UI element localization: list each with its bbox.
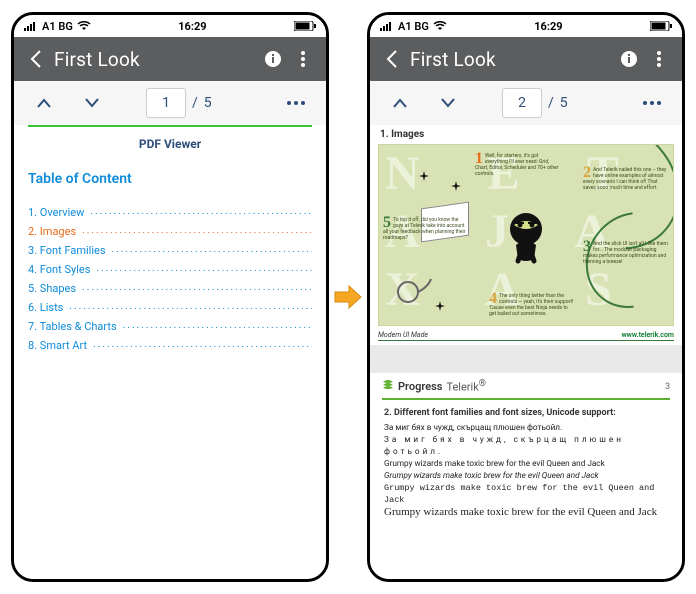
header-title: First Look	[406, 48, 614, 71]
sample-text: Grumpy wizards make toxic brew for the e…	[384, 458, 668, 470]
total-pages-label: 5	[204, 95, 212, 111]
header-title: First Look	[50, 48, 258, 71]
shuriken-icon	[451, 181, 461, 191]
transition-arrow-icon	[333, 282, 363, 312]
back-button[interactable]	[378, 50, 406, 68]
section-heading: 2. Different font families and font size…	[370, 406, 682, 422]
carrier-label: A1 BG	[42, 20, 73, 33]
callout: 3And the slick UI isn't all I like them …	[583, 241, 669, 265]
divider	[382, 398, 670, 400]
shuriken-icon	[435, 301, 445, 311]
callout: 4The only thing better than the controls…	[489, 293, 575, 317]
rope-icon	[393, 277, 433, 307]
callout: 2And Telerik nailed this one – they have…	[583, 167, 669, 191]
status-bar: A1 BG 16:29	[14, 15, 326, 37]
callout: 1Well, for starters, it's got everything…	[475, 153, 561, 177]
clock-label: 16:29	[534, 20, 562, 33]
toc-heading: Table of Content	[28, 171, 312, 187]
sample-text: Grumpy wizards make toxic brew for the e…	[384, 506, 668, 519]
app-header: First Look	[14, 37, 326, 81]
carrier-label: A1 BG	[398, 20, 429, 33]
toc-item[interactable]: 5. Shapes	[28, 279, 312, 298]
toc-list: 1. Overview 2. Images 3. Font Families 4…	[28, 203, 312, 355]
sample-text: Grumpy wizards make toxic brew for the e…	[384, 470, 668, 482]
current-page-input[interactable]: 2	[502, 88, 542, 118]
progress-logo-icon	[382, 379, 394, 394]
signal-icon	[24, 21, 38, 31]
sample-text: За миг бях в чужд, скърцащ плюшен фотьой…	[384, 434, 668, 458]
battery-icon	[294, 21, 316, 31]
page-gap	[370, 345, 682, 373]
current-page-input[interactable]: 1	[146, 88, 186, 118]
toc-item[interactable]: 8. Smart Art	[28, 336, 312, 355]
clock-label: 16:29	[178, 20, 206, 33]
overflow-menu-button[interactable]	[644, 51, 674, 67]
toolbar-more-button[interactable]	[274, 85, 318, 121]
pdf-toolbar: 1 / 5	[14, 81, 326, 125]
back-button[interactable]	[22, 50, 50, 68]
signal-icon	[380, 21, 394, 31]
prev-page-button[interactable]	[22, 85, 66, 121]
info-button[interactable]	[614, 50, 644, 68]
brand-sub: Telerik®	[446, 379, 486, 394]
next-page-button[interactable]	[70, 85, 114, 121]
toc-item[interactable]: 4. Font Syles	[28, 260, 312, 279]
phone-left: A1 BG 16:29 First Look	[11, 12, 329, 582]
font-samples: За миг бях в чужд, скърцащ плюшен фотьой…	[370, 422, 682, 519]
prev-page-button[interactable]	[378, 85, 422, 121]
pdf-toolbar: 2 / 5	[370, 81, 682, 125]
toc-item[interactable]: 2. Images	[28, 222, 312, 241]
wifi-icon	[433, 21, 447, 31]
status-bar: A1 BG 16:29	[370, 15, 682, 37]
ninja-icon	[494, 203, 558, 267]
shuriken-icon	[419, 171, 429, 181]
page-footer: Modern UI Made www.telerik.com	[378, 330, 674, 341]
toc-item[interactable]: 6. Lists	[28, 298, 312, 317]
toc-item[interactable]: 7. Tables & Charts	[28, 317, 312, 336]
callout: 5To top it off, did you know the guys at…	[383, 217, 469, 241]
brand-header: Progress Telerik® 3	[370, 373, 682, 396]
app-header: First Look	[370, 37, 682, 81]
sample-text: За миг бях в чужд, скърцащ плюшен фотьой…	[384, 422, 668, 434]
document-title: PDF Viewer	[28, 137, 312, 151]
phone-right: A1 BG 16:29 First Look	[367, 12, 685, 582]
pdf-page-2[interactable]: 1. Images N E T A J A X A S P 1Well, for…	[370, 125, 682, 579]
page-separator: /	[192, 95, 198, 111]
toc-item[interactable]: 3. Font Families	[28, 241, 312, 260]
overflow-menu-button[interactable]	[288, 51, 318, 67]
section-heading: 1. Images	[370, 125, 682, 142]
divider	[28, 125, 312, 127]
wifi-icon	[77, 21, 91, 31]
page-input-group: 2 / 5	[502, 88, 568, 118]
brand-name: Progress	[398, 380, 442, 393]
footer-text: Modern UI Made	[378, 331, 428, 339]
info-button[interactable]	[258, 50, 288, 68]
footer-link: www.telerik.com	[622, 331, 675, 339]
ninja-illustration: N E T A J A X A S P 1Well, for starters,…	[378, 144, 674, 326]
page-separator: /	[548, 95, 554, 111]
pdf-page-1[interactable]: PDF Viewer Table of Content 1. Overview …	[14, 125, 326, 579]
toolbar-more-button[interactable]	[630, 85, 674, 121]
toc-item[interactable]: 1. Overview	[28, 203, 312, 222]
page-number: 3	[665, 382, 670, 392]
battery-icon	[650, 21, 672, 31]
next-page-button[interactable]	[426, 85, 470, 121]
total-pages-label: 5	[560, 95, 568, 111]
page-input-group: 1 / 5	[146, 88, 212, 118]
sample-text: Grumpy wizards make toxic brew for the e…	[384, 482, 668, 506]
